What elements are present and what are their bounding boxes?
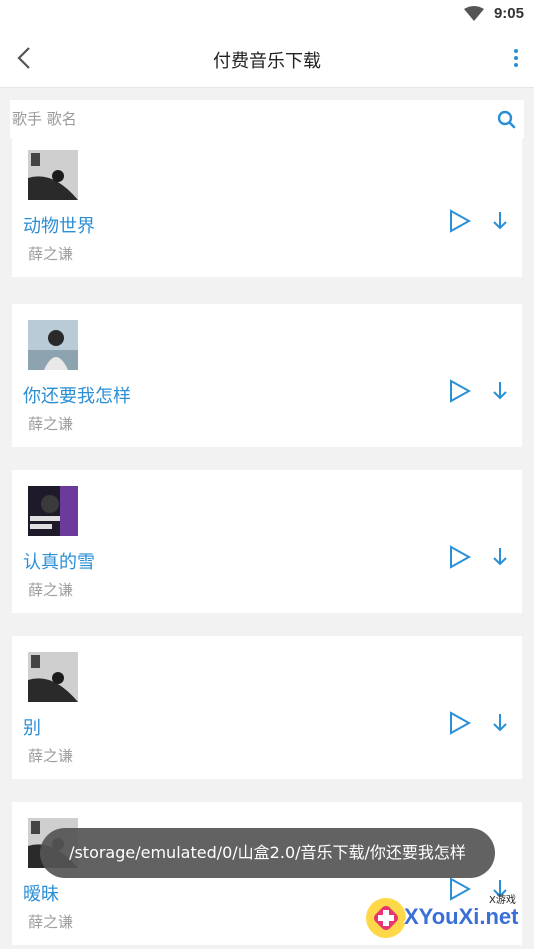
song-title[interactable]: 你还要我怎样	[23, 382, 131, 408]
gamepad-logo-icon	[366, 898, 406, 938]
download-icon[interactable]	[490, 546, 510, 568]
wifi-icon	[464, 6, 484, 21]
download-icon[interactable]	[490, 210, 510, 232]
download-icon[interactable]	[490, 712, 510, 734]
album-cover	[28, 320, 78, 370]
song-title[interactable]: 暧昧	[23, 880, 59, 906]
song-card[interactable]: 认真的雪 薛之谦	[12, 470, 522, 613]
song-card[interactable]: 你还要我怎样 薛之谦	[12, 304, 522, 447]
album-cover	[28, 150, 78, 200]
song-title[interactable]: 认真的雪	[23, 548, 95, 574]
page-title: 付费音乐下载	[213, 51, 321, 72]
song-card[interactable]: 动物世界 薛之谦	[12, 138, 522, 277]
watermark-sub: X游戏	[489, 895, 516, 906]
song-artist: 薛之谦	[28, 581, 74, 599]
watermark-brand: XYouXi.net	[404, 904, 519, 929]
song-artist: 薛之谦	[28, 245, 74, 263]
more-vertical-icon[interactable]	[512, 49, 520, 69]
play-icon[interactable]	[449, 379, 471, 403]
status-time: 9:05	[493, 5, 524, 22]
play-icon[interactable]	[449, 209, 471, 233]
status-bar: 9:05	[0, 0, 534, 30]
search-bar	[10, 100, 524, 138]
song-title[interactable]: 动物世界	[23, 212, 95, 238]
download-icon[interactable]	[490, 380, 510, 402]
watermark: XYouXi.net X游戏	[362, 888, 530, 946]
toast-message: /storage/emulated/0/山盒2.0/音乐下载/你还要我怎样	[40, 828, 495, 878]
song-title[interactable]: 别	[23, 714, 41, 740]
search-input[interactable]	[10, 100, 480, 138]
toolbar: 付费音乐下载	[0, 30, 534, 88]
song-artist: 薛之谦	[28, 415, 74, 433]
search-icon[interactable]	[496, 109, 516, 129]
play-icon[interactable]	[449, 545, 471, 569]
song-artist: 薛之谦	[28, 747, 74, 765]
album-cover	[28, 486, 78, 536]
song-artist: 薛之谦	[28, 913, 74, 931]
song-card[interactable]: 别 薛之谦	[12, 636, 522, 779]
play-icon[interactable]	[449, 711, 471, 735]
album-cover	[28, 652, 78, 702]
